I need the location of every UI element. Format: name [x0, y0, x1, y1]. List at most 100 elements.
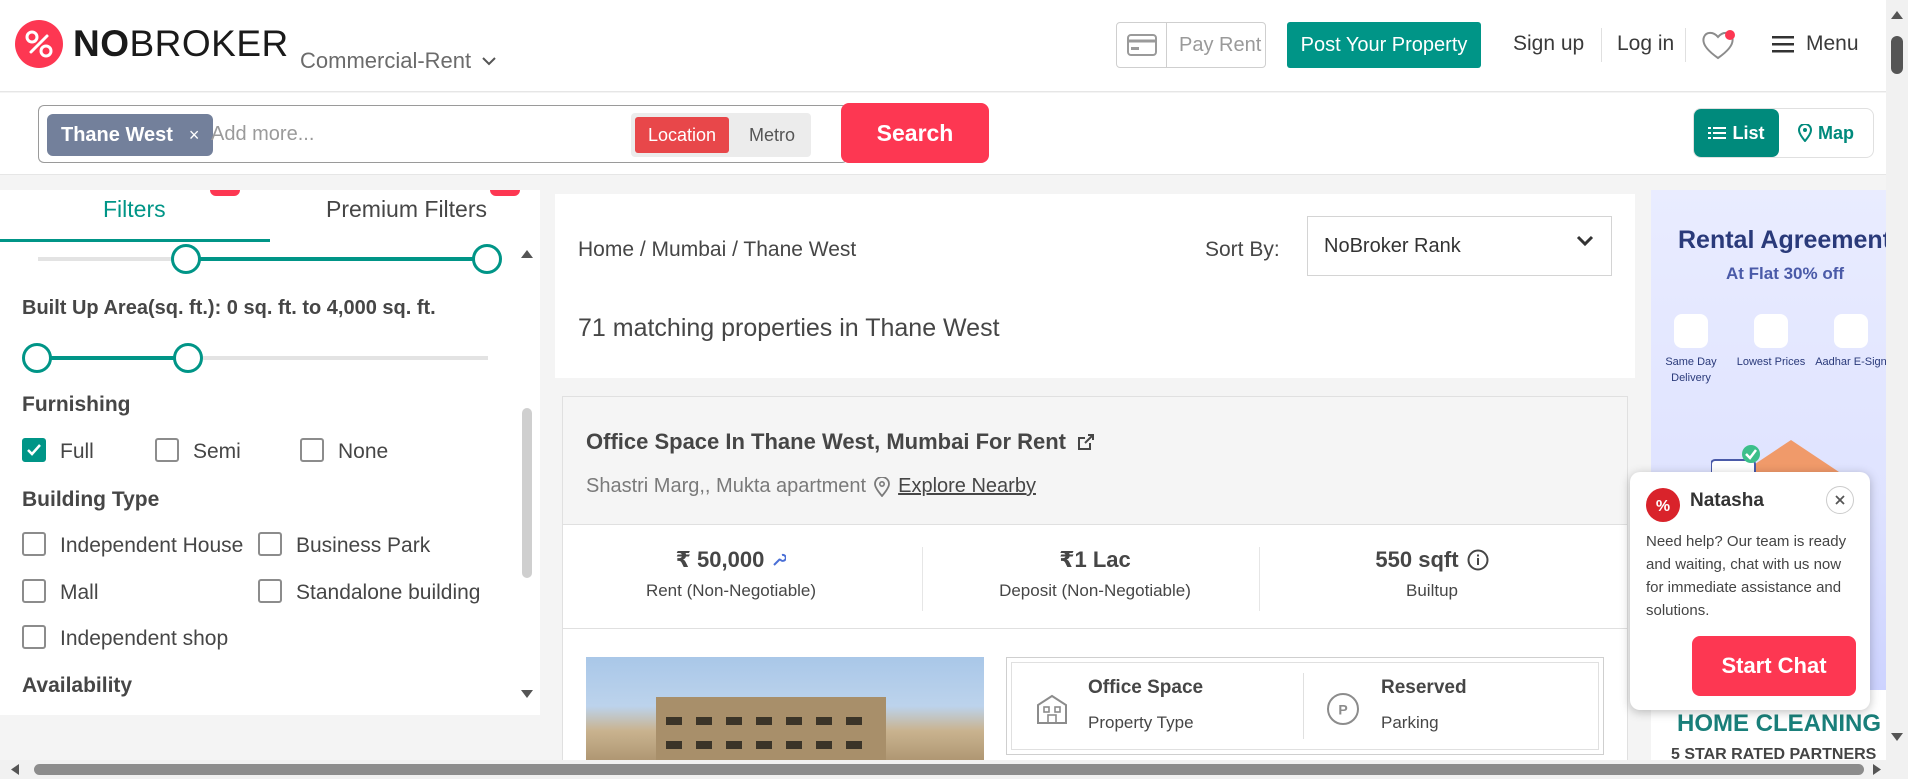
- area-slider-fill: [38, 356, 188, 360]
- svg-text:P: P: [1338, 702, 1347, 718]
- map-view-button[interactable]: Map: [1798, 109, 1854, 157]
- parking-label: Parking: [1381, 713, 1439, 732]
- property-stats: ₹ 50,000 Rent (Non-Negotiable) ₹1 Lac De…: [563, 525, 1627, 629]
- property-address: Shastri Marg,, Mukta apartment Explore N…: [586, 475, 1036, 498]
- breadcrumb: Home / Mumbai / Thane West: [578, 238, 857, 261]
- building-independent-shop-checkbox[interactable]: [22, 625, 46, 649]
- wrench-icon: [773, 553, 787, 566]
- svg-text:%: %: [1656, 498, 1670, 515]
- page-vertical-scrollbar[interactable]: [1886, 0, 1908, 760]
- sign-up-link[interactable]: Sign up: [1513, 32, 1584, 56]
- sort-dropdown[interactable]: NoBroker Rank: [1307, 216, 1612, 276]
- post-property-button[interactable]: Post Your Property: [1287, 22, 1481, 68]
- breadcrumb-home[interactable]: Home: [578, 238, 634, 261]
- notification-dot: [1725, 30, 1735, 40]
- filters-scrollbar[interactable]: [520, 248, 534, 704]
- area-slider-max-handle[interactable]: [173, 343, 203, 373]
- filters-scroll-thumb[interactable]: [522, 408, 532, 578]
- furnishing-none-label: None: [338, 440, 389, 463]
- filter-tabs: Filters Premium Filters: [0, 190, 540, 244]
- scroll-right-icon: [1873, 764, 1881, 775]
- logo-text: NOBROKER: [73, 23, 289, 64]
- filters-panel: Filters Premium Filters Built Up Area(sq…: [0, 190, 540, 715]
- stat-divider: [1259, 547, 1260, 611]
- furnishing-full-checkbox[interactable]: [22, 438, 46, 462]
- building-type-title: Building Type: [22, 488, 160, 511]
- scroll-down-icon: [521, 690, 533, 698]
- view-toggle: List Map: [1693, 108, 1874, 158]
- menu-button[interactable]: Menu: [1772, 32, 1859, 56]
- discount-icon: %: [1656, 498, 1670, 515]
- pay-rent-button[interactable]: Pay Rent: [1116, 22, 1266, 68]
- tab-premium-filters[interactable]: Premium Filters: [326, 196, 487, 223]
- metro-toggle[interactable]: Metro: [739, 117, 805, 153]
- list-view-button[interactable]: List: [1694, 109, 1779, 157]
- building-standalone-checkbox[interactable]: [258, 579, 282, 603]
- chat-message: Need help? Our team is ready and waiting…: [1646, 533, 1847, 619]
- area-slider-min-handle[interactable]: [22, 343, 52, 373]
- hamburger-icon: [1772, 36, 1794, 53]
- credit-card-icon: [1117, 23, 1167, 67]
- furnishing-title: Furnishing: [22, 393, 131, 416]
- search-input[interactable]: Add more...: [211, 123, 314, 146]
- building-icon: [1037, 694, 1067, 724]
- page: NOBROKER Commercial-Rent Pay Rent Post Y…: [0, 0, 1908, 779]
- deposit-value: ₹1 Lac: [1059, 547, 1131, 572]
- explore-nearby-link[interactable]: Explore Nearby: [898, 475, 1036, 498]
- search-mode-toggle: Location Metro: [631, 113, 811, 157]
- breadcrumb-city[interactable]: Mumbai: [652, 238, 727, 261]
- results-count: 71 matching properties in Thane West: [578, 314, 1000, 342]
- rent-label: Rent (Non-Negotiable): [645, 581, 817, 600]
- rent-slider-min-handle[interactable]: [171, 244, 201, 274]
- nav-divider: [1685, 28, 1686, 62]
- map-label: Map: [1818, 122, 1854, 143]
- home-cleaning-ad-title[interactable]: HOME CLEANING: [1677, 710, 1881, 738]
- rent-stat: ₹ 50,000 Rent (Non-Negotiable): [563, 547, 899, 601]
- breadcrumb-locality[interactable]: Thane West: [743, 238, 856, 261]
- info-icon[interactable]: [1467, 549, 1489, 571]
- start-chat-button[interactable]: Start Chat: [1692, 636, 1856, 696]
- page-horizontal-scrollbar[interactable]: [0, 760, 1908, 779]
- building-mall-checkbox[interactable]: [22, 579, 46, 603]
- parking-value: Reserved: [1381, 677, 1467, 698]
- area-label: Builtup: [1406, 581, 1458, 600]
- rent-slider-max-handle[interactable]: [472, 244, 502, 274]
- chat-close-button[interactable]: [1826, 486, 1854, 514]
- attributes-box: Office Space Property Type P Reserved Pa…: [1011, 662, 1599, 750]
- property-type-attr: Office Space Property Type: [1088, 677, 1203, 733]
- area-value: 550 sqft: [1375, 547, 1459, 572]
- nav-divider: [1601, 28, 1602, 62]
- chat-agent-name: Natasha: [1690, 490, 1764, 511]
- built-up-area-label: Built Up Area(sq. ft.): 0 sq. ft. to 4,0…: [22, 297, 436, 319]
- log-in-link[interactable]: Log in: [1617, 32, 1674, 56]
- location-pin-icon: [874, 476, 891, 497]
- chevron-down-icon: [482, 57, 496, 66]
- building-independent-house-checkbox[interactable]: [22, 532, 46, 556]
- furnishing-none-checkbox[interactable]: [300, 438, 324, 462]
- location-chip[interactable]: Thane West ×: [47, 114, 214, 156]
- tab-filters[interactable]: Filters: [103, 196, 166, 223]
- furnishing-semi-checkbox[interactable]: [155, 438, 179, 462]
- attr-divider: [1303, 673, 1304, 739]
- ad-title: Rental Agreement: [1678, 226, 1886, 254]
- location-toggle[interactable]: Location: [635, 117, 729, 153]
- address-text: Shastri Marg,, Mukta apartment: [586, 475, 867, 497]
- nobroker-logo[interactable]: NOBROKER: [15, 20, 289, 68]
- close-icon: [1835, 495, 1845, 505]
- chip-remove-icon[interactable]: ×: [189, 125, 200, 146]
- furnishing-full-label: Full: [60, 440, 94, 463]
- building-business-park-checkbox[interactable]: [258, 532, 282, 556]
- page-hscroll-thumb[interactable]: [34, 764, 1864, 775]
- availability-title: Availability: [22, 674, 133, 697]
- ad-feature-esign: Aadhar E-Sign: [1815, 314, 1886, 370]
- page-scroll-thumb[interactable]: [1891, 36, 1903, 74]
- active-tab-indicator: [0, 239, 270, 242]
- property-attributes: Office Space Property Type P Reserved Pa…: [1006, 657, 1604, 755]
- building-business-park-label: Business Park: [296, 534, 431, 557]
- category-dropdown[interactable]: Commercial-Rent: [300, 48, 497, 74]
- property-title-link[interactable]: Office Space In Thane West, Mumbai For R…: [586, 429, 1096, 455]
- scroll-left-icon: [11, 764, 19, 775]
- category-label: Commercial-Rent: [300, 48, 472, 73]
- external-link-icon: [1078, 434, 1095, 450]
- search-button[interactable]: Search: [841, 103, 989, 163]
